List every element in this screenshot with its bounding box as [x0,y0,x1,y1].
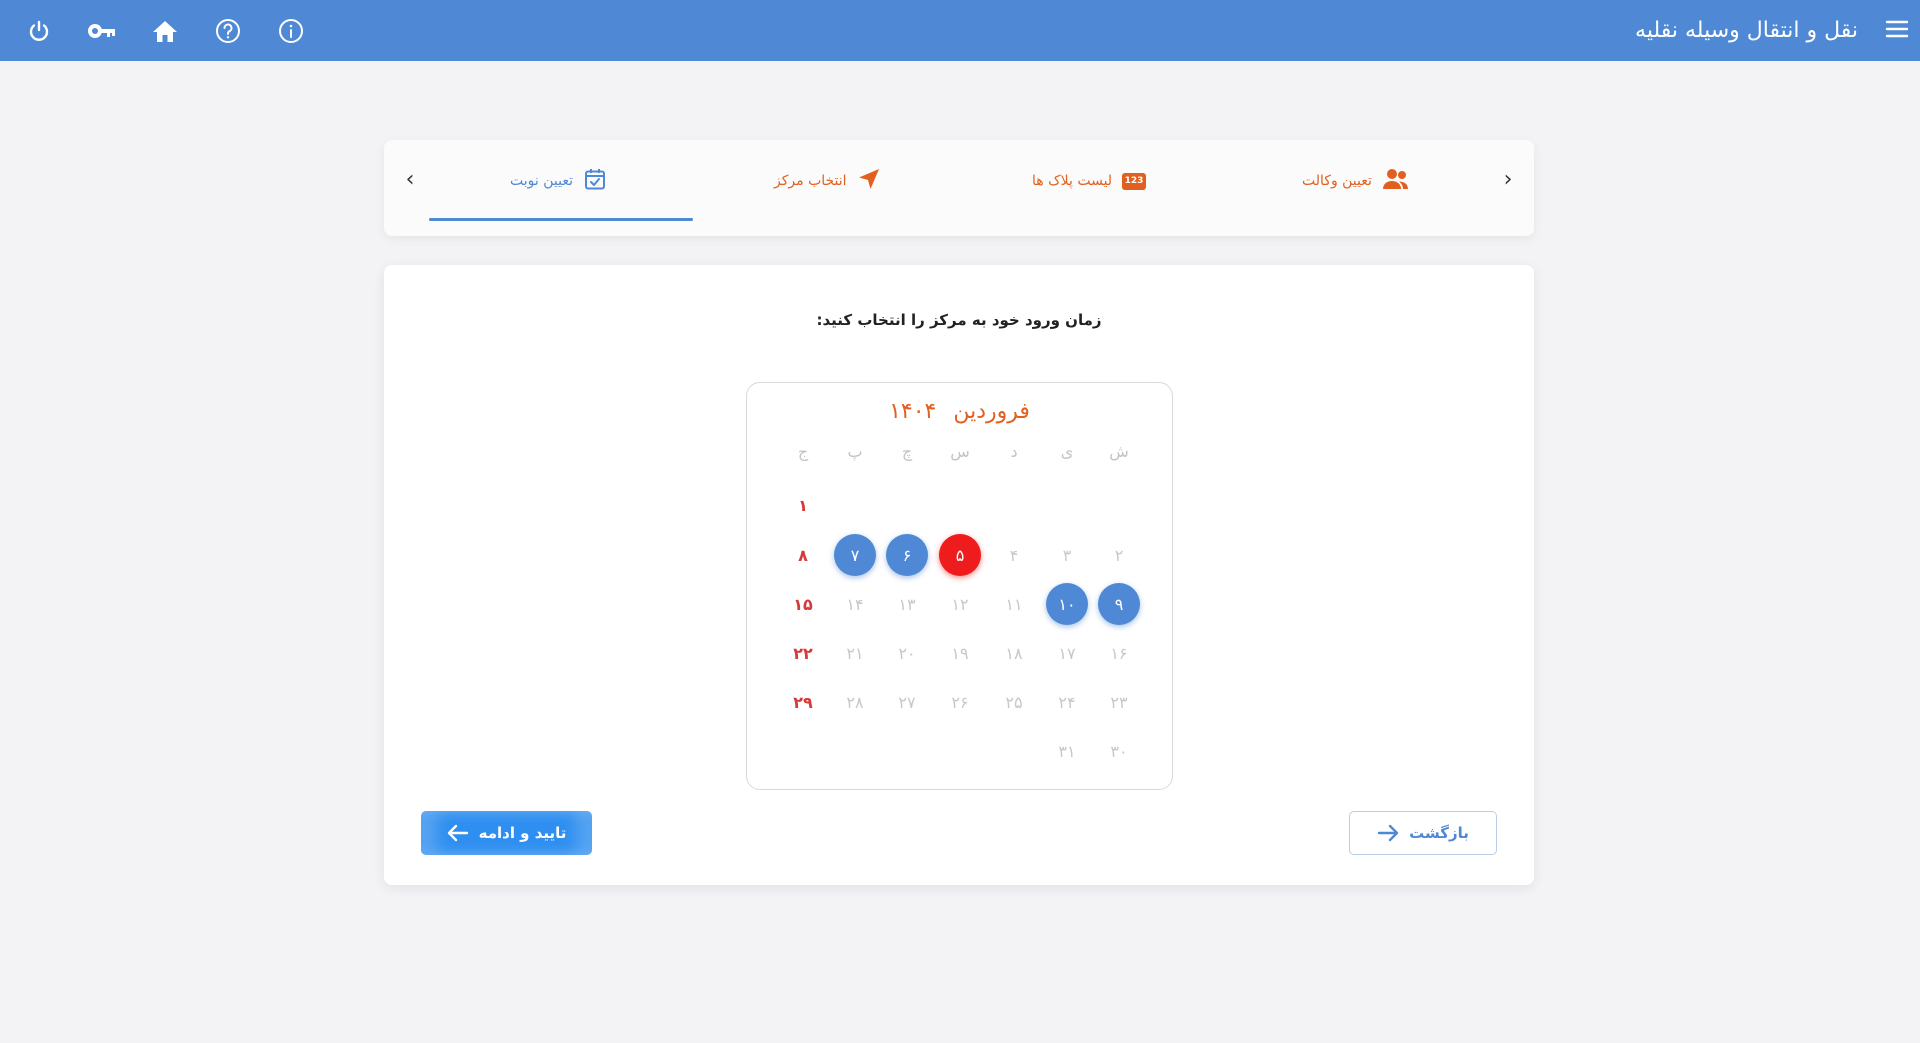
tab-label: تعیین وکالت [1302,173,1372,189]
jalali-calendar: فروردین ۱۴۰۴ ش ی د س چ پ ج ۱ ۲ ۳ ۴ ۵ ۶ ۷ ۸ ۹ ۱۰ ۱۱ ۱۲ ۱۳ ۱۴ ۱… [746,382,1173,790]
disabled-day: ۱۱ [1005,594,1023,614]
disabled-day: ۳۰ [1110,741,1128,761]
weekday-label: س [950,441,970,461]
disabled-day: ۱۴ [846,594,864,614]
page-prompt: زمان ورود خود به مرکز را انتخاب کنید: [816,311,1102,329]
menu-icon[interactable] [1884,16,1914,46]
disabled-day: ۲۴ [1058,692,1076,712]
power-icon[interactable] [22,14,56,48]
arrow-right-icon [1377,824,1399,842]
location-arrow-icon [857,167,881,195]
tab-label: تعیین نوبت [510,173,573,189]
disabled-day: ۲۱ [846,643,864,663]
tab-power-of-attorney[interactable]: تعیین وکالت [1302,168,1410,194]
day-number: ۶ [886,534,928,576]
weekday-label: ی [1060,441,1074,461]
disabled-day: ۲۳ [1110,692,1128,712]
help-icon[interactable] [211,14,245,48]
weekday-label: چ [901,441,913,461]
top-toolbar [22,14,337,48]
key-icon[interactable] [85,14,119,48]
holiday-day: ۱۵ [793,594,813,614]
disabled-day: ۳۱ [1058,741,1076,761]
holiday-day: ۱ [798,495,808,515]
holiday-day: ۲۲ [793,643,813,663]
weekday-label: ش [1109,441,1129,461]
app-title: نقل و انتقال وسیله نقلیه [1635,18,1858,43]
plate-icon: 123 [1122,172,1147,190]
button-label: بازگشت [1409,824,1469,842]
day-number: ۵ [939,534,981,576]
selected-day[interactable]: ۵ [938,533,982,577]
tab-label: لیست پلاک ها [1032,173,1113,189]
calendar-check-icon [583,167,607,195]
available-day[interactable]: ۶ [885,533,929,577]
confirm-continue-button[interactable]: تایید و ادامه [421,811,592,855]
calendar-month: فروردین [953,399,1030,424]
active-tab-indicator [429,218,693,221]
calendar-year: ۱۴۰۴ [889,399,937,424]
day-number: ۷ [834,534,876,576]
weekday-label: د [1010,441,1018,461]
tab-plate-list[interactable]: 123 لیست پلاک ها [1032,168,1147,194]
users-icon [1382,168,1410,194]
disabled-day: ۲۶ [951,692,969,712]
disabled-day: ۱۷ [1058,643,1076,663]
disabled-day: ۱۹ [951,643,969,663]
available-day[interactable]: ۱۰ [1045,582,1089,626]
arrow-left-icon [447,824,468,842]
disabled-day: ۱۳ [898,594,916,614]
button-label: تایید و ادامه [478,824,567,842]
weekday-label: پ [847,441,863,461]
day-number: ۹ [1098,583,1140,625]
tab-select-center[interactable]: انتخاب مرکز [774,168,881,194]
disabled-day: ۴ [1009,545,1019,565]
stepper-next-arrow[interactable]: ‹ [396,166,424,194]
weekday-label: ج [797,441,809,461]
disabled-day: ۲ [1114,545,1124,565]
appointment-card: زمان ورود خود به مرکز را انتخاب کنید: فر… [384,265,1534,885]
disabled-day: ۱۲ [951,594,969,614]
back-button[interactable]: بازگشت [1349,811,1497,855]
disabled-day: ۲۰ [898,643,916,663]
disabled-day: ۳ [1062,545,1072,565]
home-icon[interactable] [148,14,182,48]
disabled-day: ۲۷ [898,692,916,712]
available-day[interactable]: ۷ [833,533,877,577]
holiday-day: ۸ [798,545,808,565]
calendar-header: فروردین ۱۴۰۴ [747,399,1172,424]
holiday-day: ۲۹ [793,692,813,712]
tab-set-appointment[interactable]: تعیین نوبت [510,168,607,194]
disabled-day: ۲۸ [846,692,864,712]
day-number: ۱۰ [1046,583,1088,625]
disabled-day: ۱۸ [1005,643,1023,663]
available-day[interactable]: ۹ [1097,582,1141,626]
top-app-bar: نقل و انتقال وسیله نقلیه [0,0,1920,61]
stepper-prev-arrow[interactable]: › [1494,166,1522,194]
disabled-day: ۲۵ [1005,692,1023,712]
info-icon[interactable] [274,14,308,48]
disabled-day: ۱۶ [1110,643,1128,663]
tab-label: انتخاب مرکز [774,173,847,189]
wizard-stepper: › تعیین وکالت 123 لیست پلاک ها انتخاب مر… [384,140,1534,236]
